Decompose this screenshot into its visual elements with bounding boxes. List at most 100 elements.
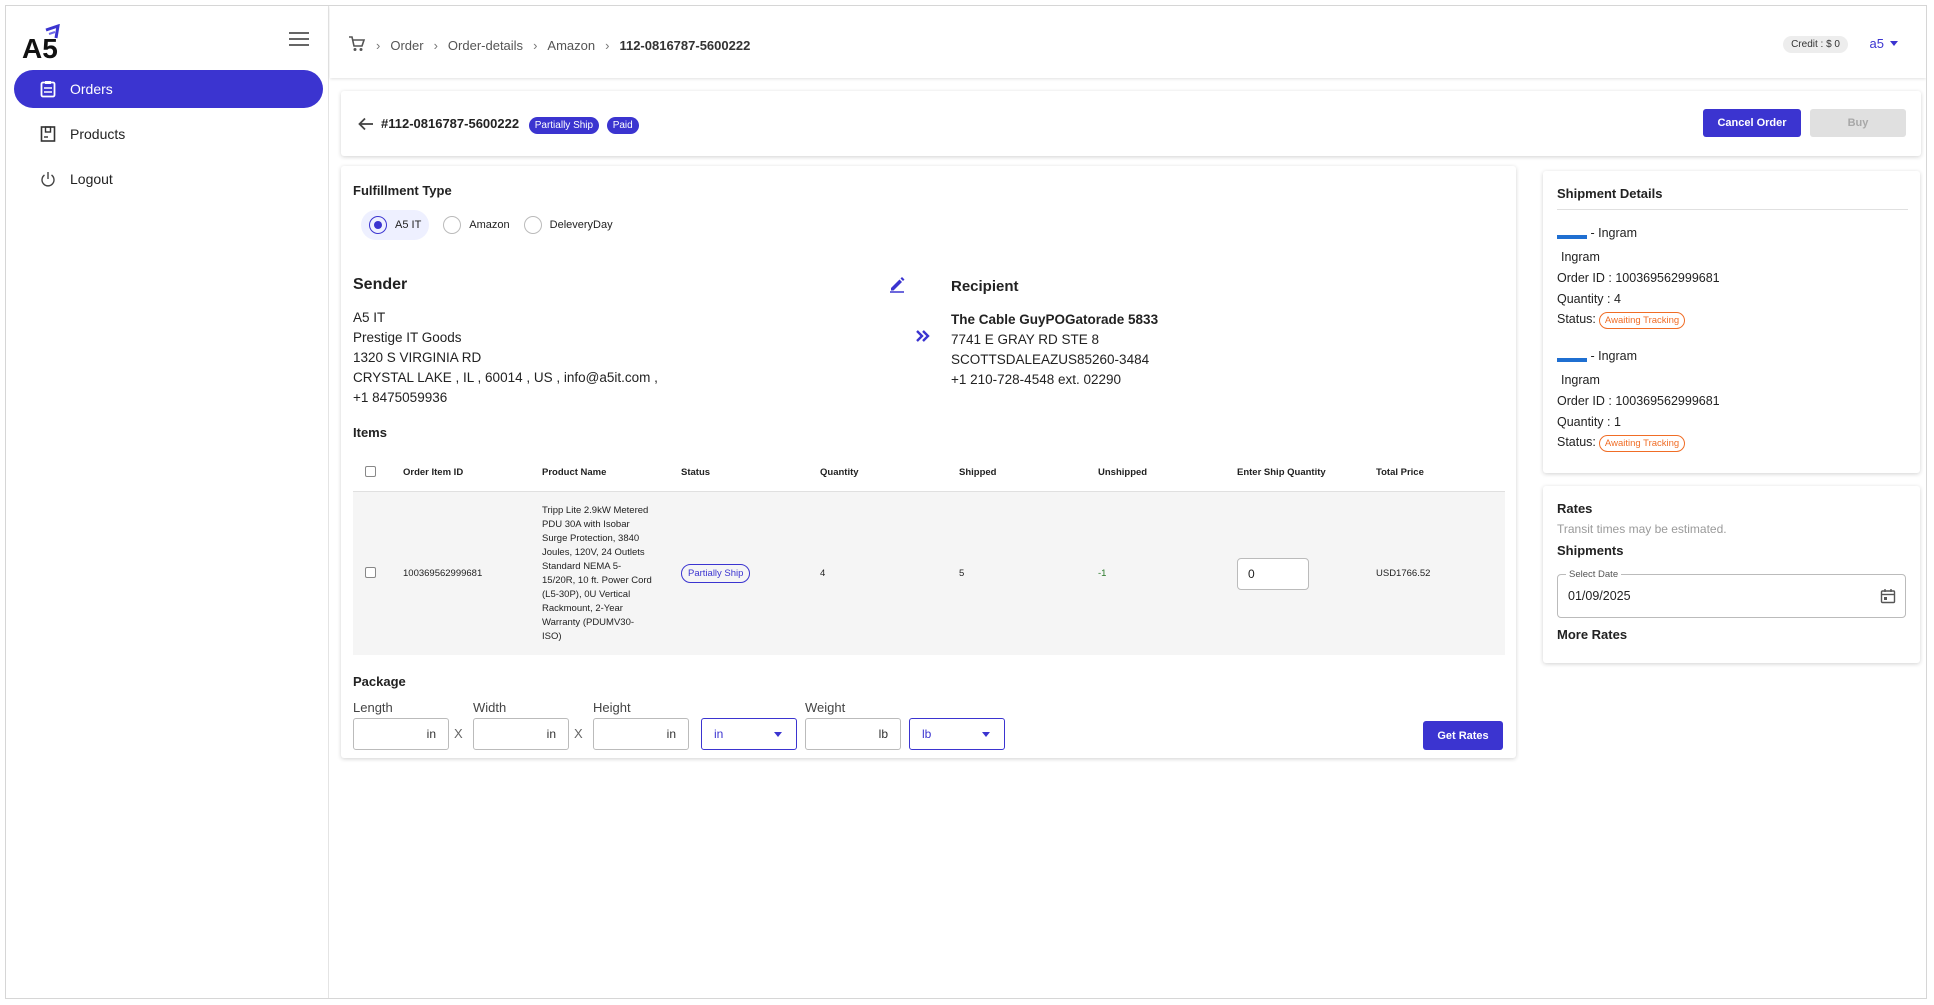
times-sign: X xyxy=(454,726,463,741)
sender-line: Prestige IT Goods xyxy=(353,330,462,345)
radio-deleveryday-control[interactable] xyxy=(523,216,542,234)
recipient-title: Recipient xyxy=(951,278,1019,295)
recipient-line: The Cable GuyPOGatorade 5833 xyxy=(951,312,1159,327)
dimension-unit-select[interactable]: in xyxy=(701,718,797,750)
width-input[interactable]: in xyxy=(473,718,569,750)
payment-badge: Paid xyxy=(606,117,639,134)
shipment-status: Status: Awaiting Tracking xyxy=(1557,435,1686,452)
radio-deleveryday[interactable]: DeleveryDay xyxy=(516,216,613,234)
order-header-card: #112-0816787-5600222 Partially Ship Paid… xyxy=(341,91,1921,156)
column-header: Enter Ship Quantity xyxy=(1237,467,1326,478)
caret-down-icon xyxy=(982,732,990,737)
status-label: Status: xyxy=(1557,312,1596,326)
back-arrow-icon[interactable] xyxy=(358,117,374,131)
breadcrumb: › Order › Order-details › Amazon › 112-0… xyxy=(348,36,750,55)
fulfillment-type-title: Fulfillment Type xyxy=(353,183,452,198)
cancel-order-button[interactable]: Cancel Order xyxy=(1703,109,1801,137)
shipments-label: Shipments xyxy=(1557,543,1624,558)
radio-label: A5 IT xyxy=(395,219,422,231)
caret-down-icon xyxy=(1890,41,1898,46)
sender-line: +1 8475059936 xyxy=(353,390,448,405)
unit-suffix: in xyxy=(546,727,556,741)
sidebar-item-label: Logout xyxy=(70,171,113,187)
height-input[interactable]: in xyxy=(593,718,689,750)
weight-label: Weight xyxy=(805,700,846,715)
times-sign: X xyxy=(574,726,583,741)
carrier-name: - Ingram xyxy=(1590,349,1638,363)
more-rates-link[interactable]: More Rates xyxy=(1557,627,1627,642)
breadcrumb-amazon[interactable]: Amazon xyxy=(547,38,595,53)
get-rates-button[interactable]: Get Rates xyxy=(1423,721,1503,750)
app-window: A5 Orders Products Logout › Order › Orde… xyxy=(5,5,1927,999)
radio-a5it[interactable]: A5 IT xyxy=(361,210,430,240)
hamburger-menu-icon[interactable] xyxy=(289,32,309,48)
edit-icon[interactable] xyxy=(888,275,906,298)
items-title: Items xyxy=(353,425,387,440)
select-value: in xyxy=(714,727,724,741)
sender-address: A5 IT Prestige IT Goods 1320 S VIRGINIA … xyxy=(353,308,658,408)
sidebar-item-logout[interactable]: Logout xyxy=(14,160,323,198)
recipient-address: The Cable GuyPOGatorade 5833 7741 E GRAY… xyxy=(951,310,1158,390)
row-shipped: 5 xyxy=(959,568,965,579)
shipment-details-title: Shipment Details xyxy=(1557,186,1663,201)
order-number-text: #112-0816787-5600222 xyxy=(381,116,520,131)
shipment-quantity: Quantity : 4 xyxy=(1557,292,1621,306)
sender-line: A5 IT xyxy=(353,310,386,325)
shipment-order-id: Order ID : 100369562999681 xyxy=(1557,271,1720,285)
table-header: Order Item ID Product Name Status Quanti… xyxy=(353,454,1505,492)
radio-amazon-control[interactable] xyxy=(443,216,462,234)
shipment-details-card: Shipment Details - Ingram Ingram Order I… xyxy=(1543,171,1920,473)
power-icon xyxy=(38,169,58,189)
column-header: Quantity xyxy=(820,467,859,478)
sidebar-item-label: Orders xyxy=(70,81,113,97)
order-details-card: Fulfillment Type A5 IT Amazon DeleveryDa… xyxy=(341,166,1516,758)
shipment-carrier: - Ingram xyxy=(1557,226,1637,240)
clipboard-icon xyxy=(38,79,58,99)
topbar: › Order › Order-details › Amazon › 112-0… xyxy=(330,6,1926,78)
sidebar-item-label: Products xyxy=(70,126,126,142)
items-table: Order Item ID Product Name Status Quanti… xyxy=(353,454,1505,655)
sidebar-item-orders[interactable]: Orders xyxy=(14,70,323,108)
breadcrumb-order[interactable]: Order xyxy=(390,38,423,53)
column-header: Product Name xyxy=(542,467,607,478)
column-header: Shipped xyxy=(959,467,997,478)
column-header: Order Item ID xyxy=(403,467,464,478)
buy-button[interactable]: Buy xyxy=(1810,109,1906,137)
user-menu[interactable]: a5 xyxy=(1870,36,1898,51)
status-label: Status: xyxy=(1557,435,1596,449)
width-label: Width xyxy=(473,700,507,715)
shipment-name: Ingram xyxy=(1561,373,1600,387)
radio-amazon[interactable]: Amazon xyxy=(435,216,510,234)
ingram-logo-icon xyxy=(1557,230,1587,239)
unit-suffix: lb xyxy=(878,727,888,741)
ship-quantity-input[interactable]: 0 xyxy=(1237,557,1309,590)
table-row: 100369562999681 Tripp Lite 2.9kW Metered… xyxy=(353,492,1505,655)
product-name: Tripp Lite 2.9kW Metered PDU 30A with Is… xyxy=(542,504,652,642)
status-pill: Awaiting Tracking xyxy=(1598,435,1686,452)
row-checkbox[interactable] xyxy=(365,566,376,578)
sidebar: A5 Orders Products Logout xyxy=(6,6,329,998)
unit-suffix: in xyxy=(666,727,676,741)
recipient-line: 7741 E GRAY RD STE 8 xyxy=(951,332,1100,347)
weight-unit-select[interactable]: lb xyxy=(909,718,1005,750)
select-date-field[interactable]: Select Date 01/09/2025 xyxy=(1557,569,1906,618)
length-label: Length xyxy=(353,700,393,715)
double-chevron-right-icon xyxy=(915,329,931,348)
breadcrumb-order-details[interactable]: Order-details xyxy=(448,38,523,53)
length-input[interactable]: in xyxy=(353,718,449,750)
radio-a5it-control[interactable] xyxy=(369,216,387,234)
sidebar-item-products[interactable]: Products xyxy=(14,115,323,153)
calendar-icon[interactable] xyxy=(1880,588,1896,609)
weight-input[interactable]: lb xyxy=(805,718,901,750)
status-badge: Partially Ship xyxy=(528,117,600,134)
cart-icon[interactable] xyxy=(348,36,366,55)
a5-logo[interactable]: A5 xyxy=(22,23,62,64)
column-header: Total Price xyxy=(1376,467,1424,478)
row-unshipped: -1 xyxy=(1098,568,1107,579)
shipment-name: Ingram xyxy=(1561,250,1600,264)
column-header: Unshipped xyxy=(1098,467,1148,478)
rates-note: Transit times may be estimated. xyxy=(1557,522,1727,536)
select-all-checkbox[interactable] xyxy=(365,465,376,477)
order-number: #112-0816787-5600222 Partially Ship Paid xyxy=(381,116,639,134)
row-quantity: 4 xyxy=(820,568,826,579)
